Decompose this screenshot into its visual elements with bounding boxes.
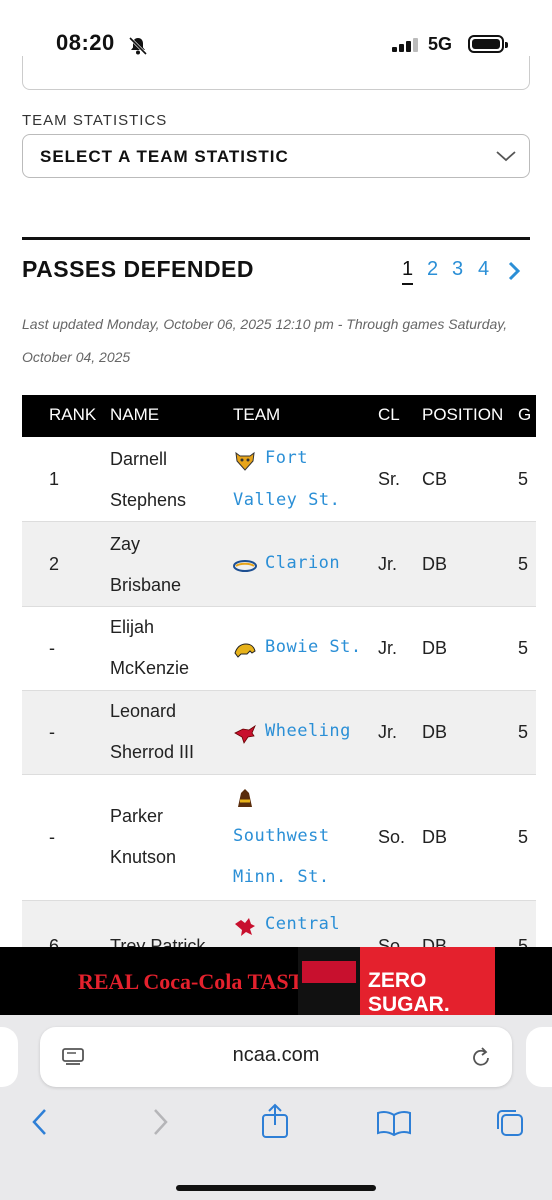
team-statistic-select[interactable]: SELECT A TEAM STATISTIC xyxy=(22,134,530,178)
ad-text-right: ZERO SUGAR. xyxy=(368,969,450,1015)
team-link[interactable]: Bowie St. xyxy=(233,627,362,668)
soda-can-image xyxy=(298,947,360,1015)
rank-cell: 1 xyxy=(49,469,60,489)
address-bar[interactable]: ncaa.com xyxy=(40,1027,512,1087)
ad-zero-sugar-panel: ZERO SUGAR. xyxy=(360,947,495,1015)
class-cell: Sr. xyxy=(378,469,401,489)
back-icon[interactable] xyxy=(30,1108,50,1136)
header-cl[interactable]: CL xyxy=(378,405,400,425)
rank-cell: - xyxy=(49,722,55,742)
position-cell: DB xyxy=(422,554,448,574)
team-link[interactable]: Southwest xyxy=(233,816,330,857)
wheeling-logo xyxy=(233,720,257,744)
next-tab-card[interactable] xyxy=(526,1027,552,1087)
games-cell: 5 xyxy=(518,827,529,847)
fort-valley-st-logo xyxy=(233,447,257,471)
player-first-name: Zay xyxy=(110,534,141,554)
table-header: RANK NAME TEAM CL POSITION G xyxy=(22,395,536,437)
position-cell: CB xyxy=(422,469,448,489)
games-cell: 5 xyxy=(518,554,529,574)
position-cell: DB xyxy=(422,827,448,847)
class-cell: Jr. xyxy=(378,722,398,742)
player-last-name: Knutson xyxy=(110,847,177,867)
page-link-1[interactable]: 1 xyxy=(402,258,414,285)
team-link-line2[interactable]: Minn. St. xyxy=(233,857,330,898)
bookmarks-icon[interactable] xyxy=(376,1109,412,1137)
chevron-down-icon xyxy=(495,147,517,170)
url-text: ncaa.com xyxy=(232,1044,320,1066)
page-title: PASSES DEFENDED xyxy=(22,256,255,282)
home-indicator xyxy=(176,1185,376,1191)
player-last-name: Brisbane xyxy=(110,575,182,595)
team-statistics-label: TEAM STATISTICS xyxy=(22,112,168,129)
last-updated-text: Last updated Monday, October 06, 2025 12… xyxy=(22,316,508,365)
team-link[interactable]: Fort xyxy=(233,438,308,479)
network-type: 5G xyxy=(428,34,453,54)
clarion-logo xyxy=(233,552,257,574)
team-link-line2[interactable]: Valley St. xyxy=(233,480,340,521)
page-link-3[interactable]: 3 xyxy=(452,258,463,281)
header-g[interactable]: G xyxy=(518,405,531,425)
class-cell: So. xyxy=(378,827,406,847)
table-row: - Parker Knutson Southwest Minn. St. So.… xyxy=(22,775,536,901)
table-row: 1 Darnell Stephens Fort Valley St. Sr. C… xyxy=(22,437,536,522)
rank-cell: - xyxy=(49,638,55,658)
bowie-st-logo xyxy=(233,636,257,658)
forward-icon[interactable] xyxy=(150,1108,170,1136)
player-first-name: Elijah xyxy=(110,617,155,637)
clock: 08:20 xyxy=(56,30,115,55)
position-cell: DB xyxy=(422,722,448,742)
previous-tab-card[interactable] xyxy=(0,1027,18,1087)
table-row: - Leonard Sherrod III Wheeling Jr. DB 5 xyxy=(22,691,536,775)
player-last-name: Stephens xyxy=(110,490,187,510)
games-cell: 5 xyxy=(518,469,529,489)
ad-banner[interactable]: REAL Coca-Cola TASTE. ZERO SUGAR. xyxy=(0,947,552,1015)
ad-text-left: REAL Coca-Cola TASTE. xyxy=(78,969,324,994)
share-icon[interactable] xyxy=(260,1103,290,1139)
section-divider xyxy=(22,237,530,240)
class-cell: Jr. xyxy=(378,554,398,574)
team-statistic-select-value: SELECT A TEAM STATISTIC xyxy=(40,147,289,166)
header-team[interactable]: TEAM xyxy=(233,405,280,425)
page-link-4[interactable]: 4 xyxy=(478,258,489,281)
team-link[interactable]: Central xyxy=(233,904,340,945)
class-cell: Jr. xyxy=(378,638,398,658)
player-first-name: Darnell xyxy=(110,449,168,469)
player-last-name: McKenzie xyxy=(110,658,190,678)
previous-select-bottom xyxy=(22,56,530,90)
team-link[interactable]: Clarion xyxy=(233,543,340,584)
position-cell: DB xyxy=(422,638,448,658)
next-page-icon[interactable] xyxy=(506,261,522,287)
rank-cell: - xyxy=(49,827,55,847)
header-name[interactable]: NAME xyxy=(110,405,159,425)
southwest-minn-st-logo xyxy=(233,784,257,807)
table-row: 2 Zay Brisbane Clarion Jr. DB 5 xyxy=(22,522,536,607)
games-cell: 5 xyxy=(518,722,529,742)
table-row: - Elijah McKenzie Bowie St. Jr. DB 5 xyxy=(22,607,536,691)
browser-chrome: ncaa.com xyxy=(0,1015,552,1200)
header-position[interactable]: POSITION xyxy=(422,405,503,425)
page-link-2[interactable]: 2 xyxy=(427,258,438,281)
team-logo-cell xyxy=(233,775,265,816)
reload-icon[interactable] xyxy=(470,1045,492,1074)
team-link[interactable]: Wheeling xyxy=(233,711,351,752)
central-logo xyxy=(233,913,257,936)
header-rank[interactable]: RANK xyxy=(49,405,96,425)
rank-cell: 2 xyxy=(49,554,60,574)
player-first-name: Leonard xyxy=(110,701,177,721)
stats-table: RANK NAME TEAM CL POSITION G 1 Darnell S… xyxy=(22,395,536,962)
player-first-name: Parker xyxy=(110,806,164,826)
player-last-name: Sherrod III xyxy=(110,742,195,762)
tabs-icon[interactable] xyxy=(494,1107,526,1139)
signal-icon xyxy=(392,38,420,57)
battery-icon xyxy=(468,35,508,53)
games-cell: 5 xyxy=(518,638,529,658)
